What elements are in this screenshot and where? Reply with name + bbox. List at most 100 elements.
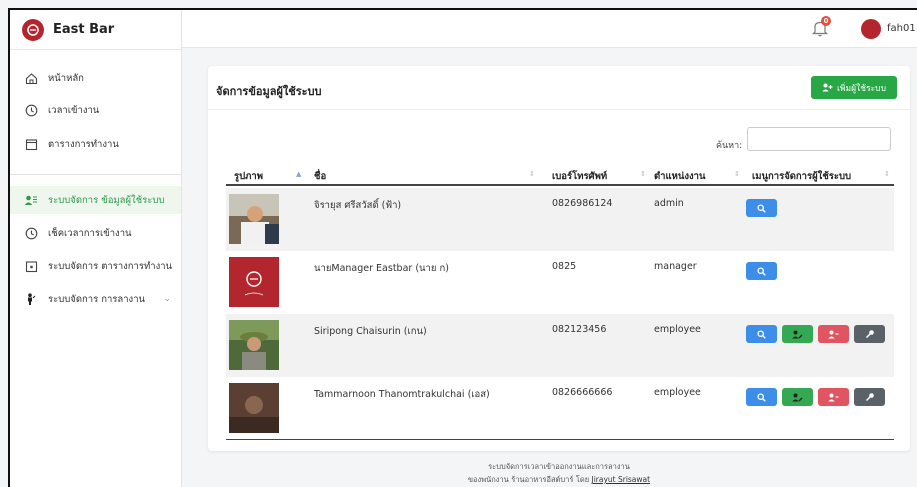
key-icon bbox=[865, 393, 874, 402]
footer-line-2: ของพนักงาน ร้านอาหารอีสต์บาร์ โดย Jirayu… bbox=[208, 473, 910, 486]
reset-password-button[interactable] bbox=[854, 325, 885, 343]
calendar-plus-icon bbox=[24, 259, 38, 273]
add-user-label: เพิ่มผู้ใช้ระบบ bbox=[837, 83, 886, 94]
sort-asc-icon[interactable]: ▲ bbox=[296, 170, 301, 178]
user-plus-icon bbox=[822, 83, 833, 92]
user-phone-cell: 0826986124 bbox=[552, 198, 613, 209]
search-icon bbox=[757, 266, 766, 276]
add-user-button[interactable]: เพิ่มผู้ใช้ระบบ bbox=[811, 76, 897, 99]
sidebar-item-label: ตารางการทำงาน bbox=[48, 138, 119, 150]
user-edit-icon bbox=[792, 393, 803, 401]
header-photo[interactable]: รูปภาพ bbox=[234, 169, 263, 184]
sidebar-item-label: หน้าหลัก bbox=[48, 72, 84, 84]
view-user-button[interactable] bbox=[746, 325, 777, 343]
row-actions bbox=[746, 388, 885, 406]
user-photo bbox=[229, 383, 279, 433]
card-header: จัดการข้อมูลผู้ใช้ระบบ เพิ่มผู้ใช้ระบบ bbox=[208, 66, 910, 110]
sidebar-item-label: ระบบจัดการ ตารางการทำงาน bbox=[48, 260, 173, 272]
person-icon bbox=[24, 292, 38, 306]
sidebar-item-label: ระบบจัดการ การลางาน bbox=[48, 293, 146, 305]
search-icon bbox=[757, 203, 766, 213]
app-window: East Bar หน้าหลัก เวลาเข้างาน ตารางการทำ… bbox=[8, 8, 917, 487]
user-position-cell: employee bbox=[654, 324, 701, 335]
user-avatar[interactable] bbox=[861, 19, 881, 39]
author-link[interactable]: Jirayut Srisawat bbox=[591, 475, 650, 484]
sidebar-item-checkin-time[interactable]: เวลาเข้างาน bbox=[10, 96, 181, 124]
user-phone-cell: 0826666666 bbox=[552, 387, 613, 398]
user-name-cell: Siripong Chaisurin (เกน) bbox=[314, 326, 427, 337]
user-name-cell: จิรายุส ศรีสวัสดิ์ (ฟ้า) bbox=[314, 200, 402, 211]
chevron-down-icon[interactable]: ⌄ bbox=[163, 294, 171, 304]
sidebar-item-work-schedule[interactable]: ตารางการทำงาน bbox=[10, 130, 181, 158]
sidebar-item-label: เวลาเข้างาน bbox=[48, 104, 100, 116]
view-user-button[interactable] bbox=[746, 199, 777, 217]
sidebar-item-label: ระบบจัดการ ข้อมูลผู้ใช้ระบบ bbox=[48, 194, 165, 206]
delete-user-button[interactable] bbox=[818, 388, 849, 406]
table-row: นายManager Eastbar (นาย ก) 0825 manager bbox=[226, 251, 894, 314]
sort-icon[interactable]: ⇕ bbox=[640, 170, 646, 178]
home-icon bbox=[24, 71, 38, 85]
view-user-button[interactable] bbox=[746, 388, 777, 406]
row-actions bbox=[746, 325, 885, 343]
header-phone[interactable]: เบอร์โทรศัพท์ bbox=[552, 169, 607, 184]
search-label: ค้นหา: bbox=[716, 141, 743, 151]
user-remove-icon bbox=[828, 393, 839, 401]
table-row: จิรายุส ศรีสวัสดิ์ (ฟ้า) 0826986124 admi… bbox=[226, 188, 894, 251]
edit-user-button[interactable] bbox=[782, 388, 813, 406]
notification-button[interactable]: 0 bbox=[810, 16, 831, 38]
footer-line-1: ระบบจัดการเวลาเข้าออกงานและการลางาน bbox=[488, 462, 630, 471]
sort-icon[interactable]: ⇕ bbox=[529, 170, 535, 178]
header-name[interactable]: ชื่อ bbox=[314, 169, 326, 184]
header-actions[interactable]: เมนูการจัดการผู้ใช้ระบบ bbox=[752, 169, 851, 184]
user-position-cell: admin bbox=[654, 198, 684, 209]
user-phone-cell: 0825 bbox=[552, 261, 577, 272]
table-row: Tammarnoon Thanomtrakulchai (เอส) 082666… bbox=[226, 377, 894, 440]
search-icon bbox=[757, 392, 766, 402]
key-icon bbox=[865, 330, 874, 339]
user-name-cell: นายManager Eastbar (นาย ก) bbox=[314, 263, 449, 274]
delete-user-button[interactable] bbox=[818, 325, 849, 343]
notification-badge: 0 bbox=[821, 16, 831, 26]
sort-icon[interactable]: ⇕ bbox=[734, 170, 740, 178]
sort-icon[interactable]: ⇕ bbox=[884, 170, 890, 178]
table-row: Siripong Chaisurin (เกน) 082123456 emplo… bbox=[226, 314, 894, 377]
user-remove-icon bbox=[828, 330, 839, 338]
sidebar-item-leave-management[interactable]: ระบบจัดการ การลางาน ⌄ bbox=[10, 285, 181, 313]
top-bar: 0 fah01 bbox=[182, 10, 917, 48]
table-header: รูปภาพ ▲ ชื่อ ⇕ เบอร์โทรศัพท์ ⇕ ตำแหน่งง… bbox=[226, 166, 894, 186]
user-photo bbox=[229, 320, 279, 370]
user-position-cell: employee bbox=[654, 387, 701, 398]
sidebar-divider bbox=[10, 174, 181, 175]
footer: ระบบจัดการเวลาเข้าออกงานและการลางาน ของพ… bbox=[208, 460, 910, 486]
footer-prefix: ของพนักงาน ร้านอาหารอีสต์บาร์ โดย bbox=[467, 475, 590, 484]
users-icon bbox=[24, 193, 38, 207]
sidebar-item-user-management[interactable]: ระบบจัดการ ข้อมูลผู้ใช้ระบบ bbox=[10, 186, 181, 214]
row-actions bbox=[746, 262, 777, 280]
user-position-cell: manager bbox=[654, 261, 697, 272]
brand-logo-icon bbox=[22, 18, 44, 41]
calendar-icon bbox=[24, 137, 38, 151]
header-position[interactable]: ตำแหน่งงาน bbox=[654, 169, 706, 184]
user-management-card: จัดการข้อมูลผู้ใช้ระบบ เพิ่มผู้ใช้ระบบ ค… bbox=[208, 66, 910, 451]
reset-password-button[interactable] bbox=[854, 388, 885, 406]
sidebar-item-home[interactable]: หน้าหลัก bbox=[10, 64, 181, 92]
user-phone-cell: 082123456 bbox=[552, 324, 607, 335]
user-name-cell: Tammarnoon Thanomtrakulchai (เอส) bbox=[314, 389, 490, 400]
sidebar: East Bar หน้าหลัก เวลาเข้างาน ตารางการทำ… bbox=[10, 10, 182, 487]
page-title: จัดการข้อมูลผู้ใช้ระบบ bbox=[216, 85, 322, 98]
brand-name: East Bar bbox=[53, 22, 115, 37]
sidebar-item-label: เช็คเวลาการเข้างาน bbox=[48, 227, 132, 239]
user-photo bbox=[229, 194, 279, 244]
clock-icon bbox=[24, 226, 38, 240]
sidebar-item-schedule-management[interactable]: ระบบจัดการ ตารางการทำงาน bbox=[10, 252, 181, 280]
search-input[interactable] bbox=[747, 127, 891, 151]
view-user-button[interactable] bbox=[746, 262, 777, 280]
sidebar-item-attendance-check[interactable]: เช็คเวลาการเข้างาน bbox=[10, 219, 181, 247]
brand[interactable]: East Bar bbox=[10, 10, 181, 50]
user-photo bbox=[229, 257, 279, 307]
row-actions bbox=[746, 199, 777, 217]
user-name[interactable]: fah01 bbox=[887, 23, 916, 34]
edit-user-button[interactable] bbox=[782, 325, 813, 343]
search-icon bbox=[757, 329, 766, 339]
clock-icon bbox=[24, 103, 38, 117]
